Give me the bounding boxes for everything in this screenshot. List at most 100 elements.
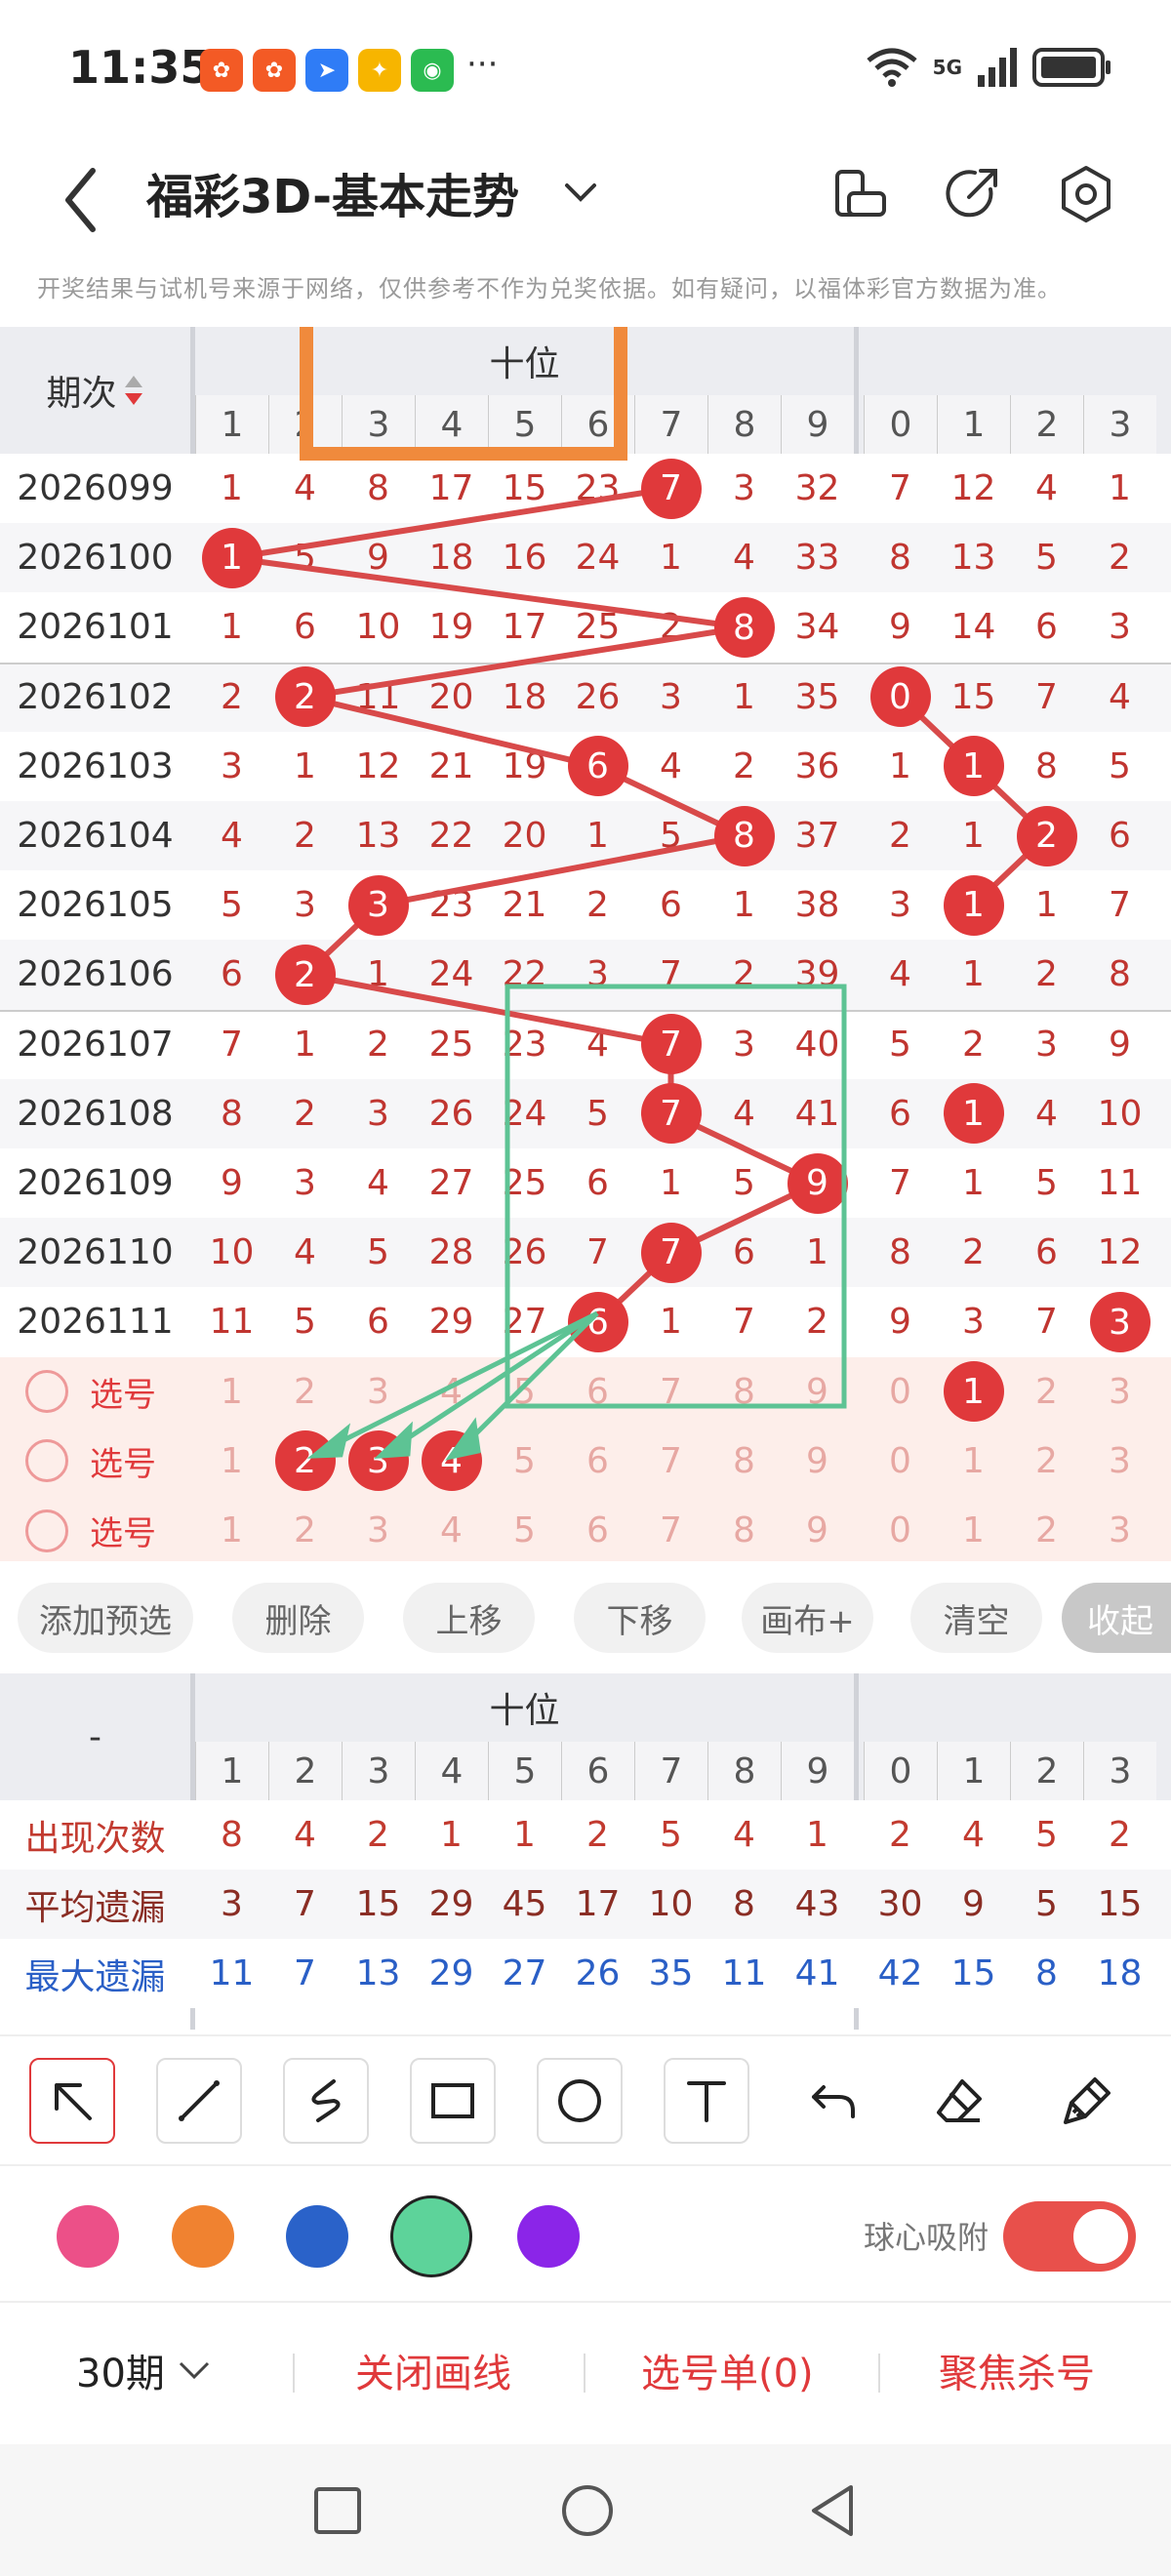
delete-button[interactable]: 删除 [232,1583,364,1653]
pick-list-button[interactable]: 选号单(0) [641,2342,814,2398]
green-arrow-annotations[interactable] [306,1310,599,1461]
color-swatch[interactable] [517,2205,580,2268]
stats-cell: 2 [586,1815,609,1855]
settings-icon[interactable] [1052,160,1120,228]
stats-column-header: 2 [268,1742,342,1800]
close-lines-button[interactable]: 关闭画线 [355,2342,511,2398]
period-selector[interactable]: 30期 [76,2342,214,2398]
share-icon[interactable] [940,160,1008,228]
move-up-button[interactable]: 上移 [403,1583,535,1653]
color-swatch[interactable] [172,2205,234,2268]
text-tool[interactable] [664,2058,749,2144]
wechat-icon: ◉ [411,49,454,92]
undo-tool[interactable] [790,2058,876,2144]
stats-cell: 13 [355,1953,401,1993]
stats-cell: 8 [1035,1953,1058,1993]
kuaishou-icon: ✿ [200,49,243,92]
stats-cell: 10 [648,1884,694,1924]
stats-cell: 3 [221,1884,243,1924]
rotate-screen-icon[interactable] [828,160,896,228]
stats-cell: 2 [889,1815,911,1855]
move-down-button[interactable]: 下移 [574,1583,706,1653]
stats-cell: 4 [294,1815,316,1855]
back-icon[interactable] [54,156,112,244]
stats-column-header: 5 [488,1742,561,1800]
text-icon [687,2081,726,2122]
green-rectangle-annotation[interactable] [505,984,847,1409]
stats-cell: 18 [1097,1953,1143,1993]
color-swatch[interactable] [57,2205,119,2268]
stats-cell: 8 [221,1815,243,1855]
wifi-icon [867,48,917,87]
eraser-tool[interactable] [917,2058,1003,2144]
stats-cell: 15 [1097,1884,1143,1924]
clear-brush-tool[interactable] [1044,2058,1130,2144]
collapse-button[interactable]: 收起 [1062,1583,1171,1653]
stats-column-header: 4 [415,1742,488,1800]
trend-table[interactable]: 期次 十位 1234567890123202609914817152373327… [0,327,1171,1561]
stats-column-header: 7 [634,1742,707,1800]
status-bar: 11:35 ✿ ✿ ➤ ✦ ◉ ··· 5G [0,0,1171,137]
chevron-down-icon[interactable] [561,178,600,207]
page-title[interactable]: 福彩3D-基本走势 [146,158,519,226]
drawing-toolbar [0,2034,1171,2161]
battery-icon [1032,48,1110,87]
disclaimer-notice: 开奖结果与试机号来源于网络，仅供参考不作为兑奖依据。如有疑问，以福体彩官方数据为… [37,275,1062,302]
home-icon[interactable] [558,2481,617,2540]
stats-cell: 1 [440,1815,463,1855]
bottom-action-bar: 30期 关闭画线 选号单(0) 聚焦杀号 [0,2301,1171,2442]
stats-cell: 5 [1035,1815,1058,1855]
color-swatch[interactable] [390,2195,472,2277]
signal-icon [978,48,1017,87]
stats-dash: - [89,1716,101,1757]
freehand-tool[interactable] [283,2058,369,2144]
focus-kill-button[interactable]: 聚焦杀号 [939,2342,1095,2398]
status-time: 11:35 [68,41,212,94]
statistics-table: - 十位 1 2 3 4 5 6 7 8 9 0 1 2 3 出现次数 8 4 2 1 1 2 5 4 1 2 4 5 2 平均遗漏 3… [0,1673,1171,2030]
stats-cell: 15 [355,1884,401,1924]
curve-icon [311,2079,341,2122]
stats-cell: 15 [950,1953,996,1993]
snap-toggle-knob [1073,2209,1128,2264]
stats-cell: 4 [962,1815,985,1855]
pointer-tool[interactable] [29,2058,115,2144]
line-tool[interactable] [156,2058,242,2144]
stats-cell: 11 [721,1953,767,1993]
stats-cell: 17 [575,1884,621,1924]
color-swatch[interactable] [286,2205,348,2268]
stats-column-header: 0 [864,1742,937,1800]
stats-cell: 35 [648,1953,694,1993]
stats-row-label: 平均遗漏 [24,1887,166,1928]
stats-cell: 1 [513,1815,536,1855]
rectangle-tool[interactable] [410,2058,496,2144]
recent-apps-icon[interactable] [310,2483,365,2538]
stats-cell: 43 [794,1884,840,1924]
add-preselect-button[interactable]: 添加预选 [18,1583,193,1653]
line-icon [179,2080,220,2121]
divider [878,2354,880,2393]
app-header: 福彩3D-基本走势 [0,137,1171,263]
drawing-overlay[interactable] [0,327,1171,1561]
stats-cell: 7 [294,1884,316,1924]
network-label: 5G [932,56,962,79]
system-nav-bar [0,2444,1171,2576]
canvas-plus-button[interactable]: 画布+ [742,1583,873,1653]
snap-toggle[interactable] [1003,2201,1136,2272]
stats-cell: 4 [733,1815,755,1855]
stats-column-header: 1 [937,1742,1010,1800]
status-more-icon: ··· [466,45,499,84]
stats-cell: 5 [660,1815,682,1855]
brush-icon [1064,2077,1110,2124]
stats-cell: 42 [877,1953,923,1993]
stats-cell: 8 [733,1884,755,1924]
action-button-row: 添加预选 删除 上移 下移 画布+ 清空 收起 [0,1569,1171,1667]
navigation-icon: ➤ [305,49,348,92]
orange-rectangle-annotation[interactable] [300,327,627,461]
circle-tool[interactable] [537,2058,623,2144]
back-nav-icon[interactable] [806,2481,861,2540]
divider [584,2354,586,2393]
clear-button[interactable]: 清空 [910,1583,1042,1653]
stats-cell: 26 [575,1953,621,1993]
stats-cell: 30 [877,1884,923,1924]
divider [293,2354,295,2393]
